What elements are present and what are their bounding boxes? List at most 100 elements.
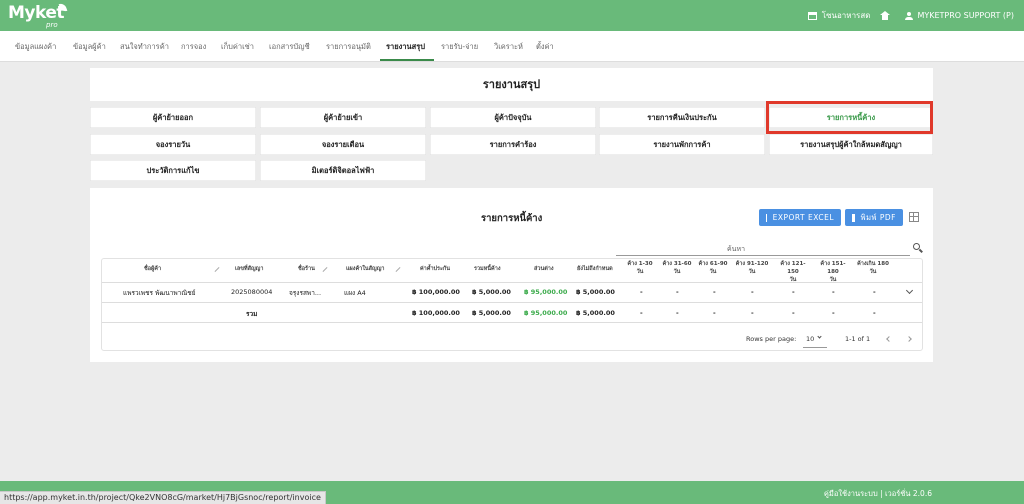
col-over-180[interactable]: ค้างเกิน 180 วัน — [855, 260, 891, 276]
store-selector[interactable]: โซนอาหารสด — [807, 9, 871, 22]
tab-analysis[interactable]: วิเคราะห์ — [494, 41, 523, 53]
total-31-60: - — [676, 309, 679, 317]
col-diff[interactable]: ส่วนต่าง — [534, 265, 554, 273]
col-151-180[interactable]: ค้าง 151-180 วัน — [815, 260, 851, 284]
export-excel-label: EXPORT EXCEL — [772, 213, 834, 222]
col-31-60-label: ค้าง 31-60 — [662, 261, 692, 267]
report-expiring-contracts[interactable]: รายงานสรุปผู้ค้าใกล้หมดสัญญา — [769, 134, 933, 155]
tab-settings[interactable]: ตั้งค่า — [536, 41, 554, 53]
col-name[interactable]: ชื่อผู้ค้า — [144, 265, 161, 273]
col-total-debt[interactable]: รวมหนี้ค้าง — [474, 265, 501, 273]
cell-shop-name: จรุงรสพา... — [289, 289, 322, 297]
pagination-range: 1-1 of 1 — [845, 335, 871, 343]
cell-contract-no: 2025080004 — [231, 288, 273, 296]
tab-income-expense[interactable]: รายรับ-จ่าย — [441, 41, 478, 53]
tab-approvals[interactable]: รายการอนุมัติ — [326, 41, 371, 53]
total-deposit: ฿ 100,000.00 — [412, 309, 460, 317]
resize-handle-icon[interactable] — [395, 267, 401, 272]
col-121-150-label: ค้าง 121-150 — [780, 261, 806, 275]
print-pdf-button[interactable]: พิมพ์ PDF — [845, 209, 903, 226]
header-divider — [102, 282, 922, 283]
cell-diff: ฿ 95,000.00 — [524, 288, 568, 296]
app-logo[interactable]: Myket — [8, 3, 65, 23]
cell-1-30: - — [640, 288, 643, 296]
col-1-30-label: ค้าง 1-30 — [627, 261, 653, 267]
report-deposit-refunds[interactable]: รายการคืนเงินประกัน — [599, 107, 765, 128]
cell-deposit: ฿ 100,000.00 — [412, 288, 460, 296]
tab-vendors[interactable]: ข้อมูลผู้ค้า — [73, 41, 106, 53]
cell-total-debt: ฿ 5,000.00 — [472, 288, 511, 296]
col-91-120-label: ค้าง 91-120 — [735, 261, 769, 267]
total-label: รวม — [246, 310, 258, 318]
col-91-120[interactable]: ค้าง 91-120 วัน — [735, 260, 769, 276]
report-vendor-moved-out[interactable]: ผู้ค้าย้ายออก — [90, 107, 256, 128]
col-61-90-unit: วัน — [709, 269, 717, 275]
home-button[interactable] — [880, 11, 895, 20]
total-1-30: - — [640, 309, 643, 317]
col-over-180-unit: วัน — [869, 269, 877, 275]
tab-summary-report[interactable]: รายงานสรุป — [386, 41, 425, 53]
report-digital-meter[interactable]: มิเตอร์ดิจิตอลไฟฟ้า — [260, 160, 426, 181]
tab-interest[interactable]: สนใจทำการค้า — [120, 41, 169, 53]
resize-handle-icon[interactable] — [214, 267, 220, 272]
footer-version[interactable]: คู่มือใช้งานระบบ | เวอร์ชั่น 2.0.6 — [824, 488, 932, 500]
tab-stalls[interactable]: ข้อมูลแผงค้า — [15, 41, 56, 53]
rows-per-page-select[interactable]: 10 — [806, 335, 814, 343]
user-menu[interactable]: MYKETPRO SUPPORT (P) — [905, 11, 1014, 20]
col-shop-name[interactable]: ชื่อร้าน — [298, 265, 315, 273]
store-icon — [807, 11, 817, 20]
tab-rent-collection[interactable]: เก็บค่าเช่า — [221, 41, 254, 53]
cell-121-150: - — [792, 288, 795, 296]
col-61-90[interactable]: ค้าง 61-90 วัน — [698, 260, 728, 276]
row-divider — [102, 322, 922, 323]
col-over-180-label: ค้างเกิน 180 — [857, 261, 889, 267]
section-title: รายการหนี้ค้าง — [481, 213, 543, 224]
tab-accounting-docs[interactable]: เอกสารบัญชี — [269, 41, 310, 53]
main-nav: ข้อมูลแผงค้า ข้อมูลผู้ค้า สนใจทำการค้า ก… — [0, 31, 1024, 62]
col-31-60[interactable]: ค้าง 31-60 วัน — [662, 260, 692, 276]
report-trade-suspension[interactable]: รายงานพักการค้า — [599, 134, 765, 155]
total-debt: ฿ 5,000.00 — [472, 309, 511, 317]
home-icon — [880, 11, 891, 20]
col-stall-type[interactable]: แผงค้าในสัญญา — [346, 265, 384, 273]
total-over-180: - — [873, 309, 876, 317]
cell-stall-type: แผง A4 — [344, 289, 366, 297]
search-input[interactable] — [616, 255, 910, 256]
table-settings-icon[interactable] — [909, 212, 919, 222]
report-vendor-moved-in[interactable]: ผู้ค้าย้ายเข้า — [260, 107, 426, 128]
col-151-180-label: ค้าง 151-180 — [820, 261, 846, 275]
col-deposit[interactable]: ค่าค้ำประกัน — [420, 265, 450, 273]
total-151-180: - — [832, 309, 835, 317]
tab-booking[interactable]: การจอง — [181, 41, 206, 53]
rows-select-underline — [803, 347, 827, 348]
col-121-150[interactable]: ค้าง 121-150 วัน — [775, 260, 811, 284]
active-tab-indicator — [380, 59, 434, 61]
col-61-90-label: ค้าง 61-90 — [698, 261, 728, 267]
col-1-30[interactable]: ค้าง 1-30 วัน — [627, 260, 653, 276]
cell-over-180: - — [873, 288, 876, 296]
report-edit-history[interactable]: ประวัติการแก้ไข — [90, 160, 256, 181]
resize-handle-icon[interactable] — [322, 267, 328, 272]
pdf-file-icon — [852, 213, 855, 222]
col-contract-no[interactable]: เลขที่สัญญา — [235, 265, 263, 273]
export-excel-button[interactable]: EXPORT EXCEL — [759, 209, 841, 226]
excel-file-icon — [766, 213, 767, 222]
app-logo-sub: pro — [46, 21, 58, 29]
expand-row-chevron-icon[interactable] — [905, 286, 914, 295]
col-31-60-unit: วัน — [673, 269, 681, 275]
total-diff: ฿ 95,000.00 — [524, 309, 568, 317]
report-requests[interactable]: รายการคำร้อง — [430, 134, 596, 155]
row-divider — [102, 302, 922, 303]
cell-91-120: - — [751, 288, 754, 296]
search-label: ค้นหา — [727, 245, 746, 253]
col-not-due[interactable]: ยังไม่ถึงกำหนด — [577, 265, 613, 273]
report-current-vendors[interactable]: ผู้ค้าปัจจุบัน — [430, 107, 596, 128]
store-name: โซนอาหารสด — [821, 11, 871, 20]
status-url: https://app.myket.in.th/project/Qke2VNO8… — [0, 491, 326, 504]
user-icon — [905, 11, 914, 20]
cell-name: แพรวเพชร พัฒนาพาณิชย์ — [123, 289, 196, 297]
search-icon[interactable] — [913, 243, 920, 250]
report-daily-booking[interactable]: จองรายวัน — [90, 134, 256, 155]
report-monthly-booking[interactable]: จองรายเดือน — [260, 134, 426, 155]
total-not-due: ฿ 5,000.00 — [576, 309, 615, 317]
